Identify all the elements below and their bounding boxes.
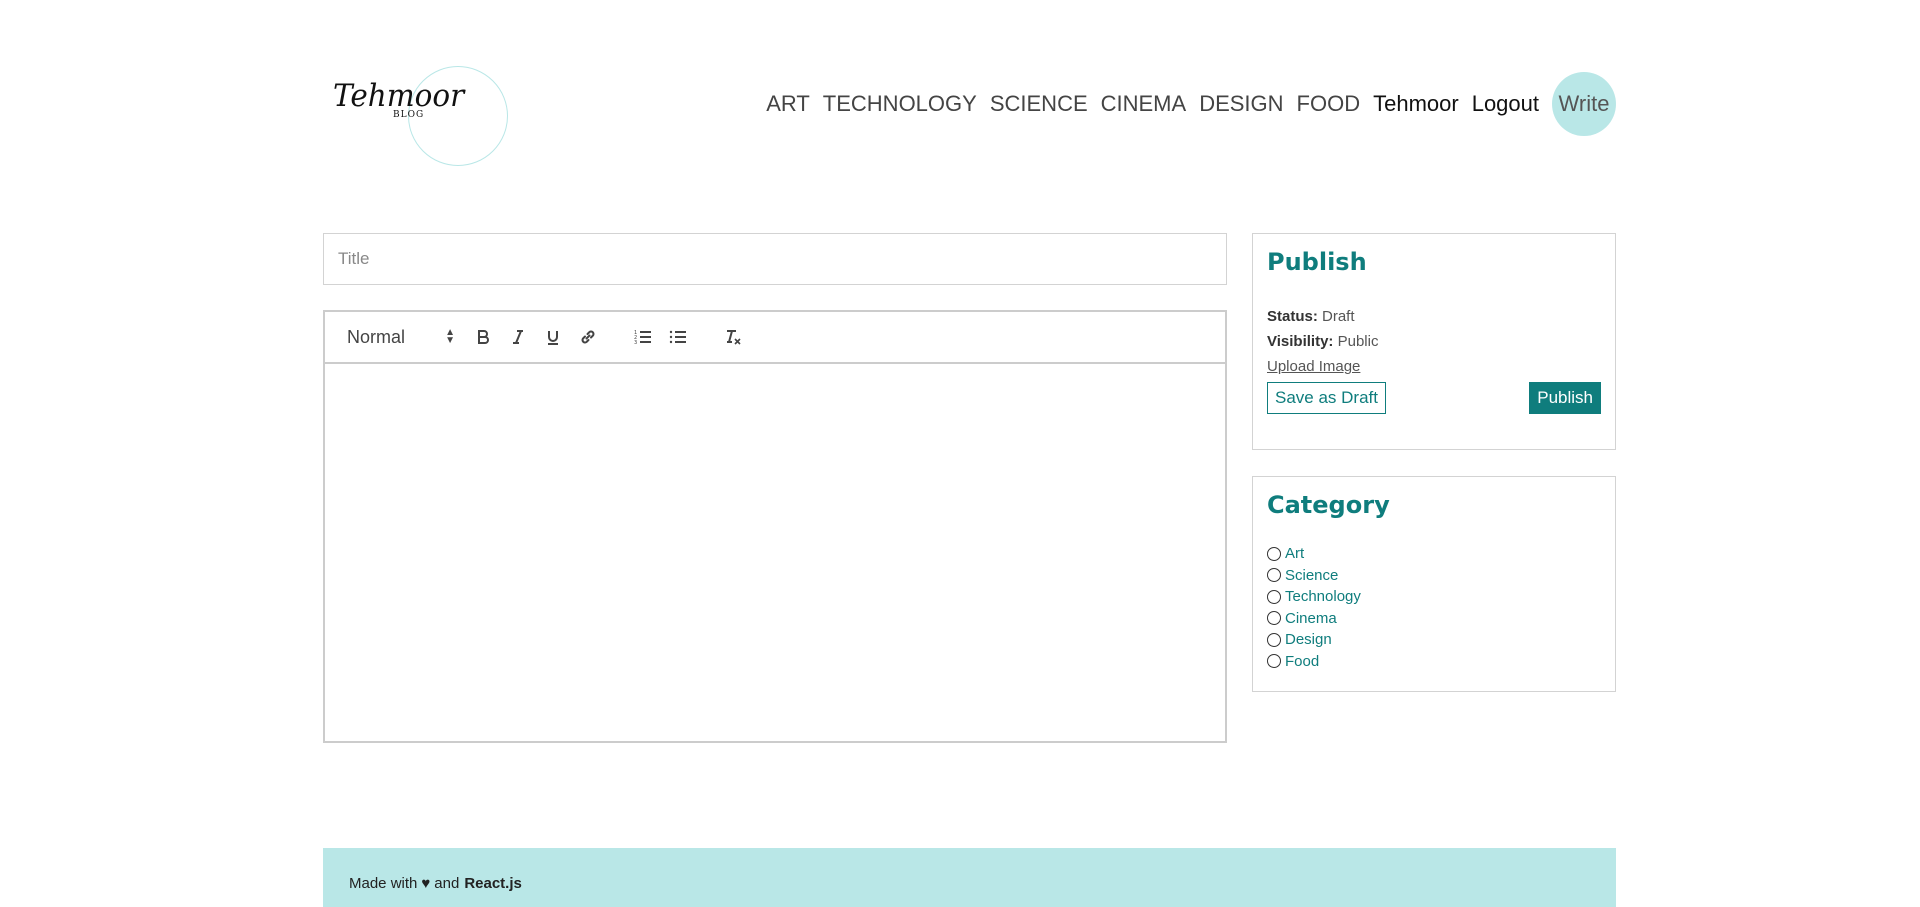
category-label[interactable]: Technology xyxy=(1285,588,1361,605)
category-option-food[interactable]: Food xyxy=(1267,651,1601,673)
status-label: Status: xyxy=(1267,308,1318,325)
footer-tech: React.js xyxy=(464,874,522,892)
publish-panel: Publish Status: Draft Visibility: Public… xyxy=(1252,233,1616,450)
category-option-cinema[interactable]: Cinema xyxy=(1267,608,1601,630)
nav-link-technology[interactable]: TECHNOLOGY xyxy=(823,91,977,117)
radio-science[interactable] xyxy=(1267,568,1281,583)
save-draft-button[interactable]: Save as Draft xyxy=(1267,382,1386,414)
footer-prefix: Made with xyxy=(349,874,418,892)
category-label[interactable]: Food xyxy=(1285,653,1319,670)
editor-toolbar: Normal ▲ ▼ 123 xyxy=(325,312,1225,364)
category-option-science[interactable]: Science xyxy=(1267,565,1601,587)
logo-script: Tehmoor xyxy=(333,78,465,114)
underline-icon[interactable] xyxy=(535,323,570,351)
nav-link-art[interactable]: ART xyxy=(766,91,810,117)
bold-icon[interactable] xyxy=(465,323,500,351)
category-heading: Category xyxy=(1267,491,1390,519)
write-label: Write xyxy=(1558,91,1610,116)
category-option-design[interactable]: Design xyxy=(1267,629,1601,651)
radio-cinema[interactable] xyxy=(1267,611,1281,626)
publish-button[interactable]: Publish xyxy=(1529,382,1601,414)
radio-food[interactable] xyxy=(1267,654,1281,669)
footer-and: and xyxy=(434,874,460,892)
logout-link[interactable]: Logout xyxy=(1472,91,1539,117)
navbar: Tehmoor BLOG ART TECHNOLOGY SCIENCE CINE… xyxy=(323,0,1616,170)
ordered-list-icon[interactable]: 123 xyxy=(625,323,660,351)
category-label[interactable]: Science xyxy=(1285,567,1338,584)
editor-content-area[interactable] xyxy=(325,364,1225,741)
title-input[interactable] xyxy=(323,233,1227,285)
category-option-technology[interactable]: Technology xyxy=(1267,586,1601,608)
heart-icon: ♥ xyxy=(421,874,431,892)
upload-image-link[interactable]: Upload Image xyxy=(1267,358,1360,375)
radio-design[interactable] xyxy=(1267,632,1281,647)
select-arrows-icon: ▲ ▼ xyxy=(445,327,455,346)
username: Tehmoor xyxy=(1373,91,1459,116)
visibility-row: Visibility: Public xyxy=(1267,333,1601,350)
link-icon[interactable] xyxy=(570,323,605,351)
logo-subtitle: BLOG xyxy=(393,110,425,120)
write-button[interactable]: Write xyxy=(1552,72,1616,136)
category-label[interactable]: Cinema xyxy=(1285,610,1337,627)
bullet-list-icon[interactable] xyxy=(660,323,695,351)
status-value: Draft xyxy=(1322,308,1355,325)
visibility-value: Public xyxy=(1337,333,1379,350)
rich-text-editor: Normal ▲ ▼ 123 xyxy=(323,310,1227,743)
visibility-label: Visibility: xyxy=(1267,333,1334,350)
category-list: Art Science Technology Cinema Design Foo… xyxy=(1267,543,1601,672)
format-select[interactable]: Normal ▲ ▼ xyxy=(347,327,455,348)
category-label[interactable]: Art xyxy=(1285,545,1304,562)
category-label[interactable]: Design xyxy=(1285,631,1332,648)
logo[interactable]: Tehmoor BLOG xyxy=(333,66,508,170)
italic-icon[interactable] xyxy=(500,323,535,351)
nav-link-cinema[interactable]: CINEMA xyxy=(1101,91,1187,117)
category-panel: Category Art Science Technology Cinema D… xyxy=(1252,476,1616,692)
svg-text:3: 3 xyxy=(634,340,637,345)
status-row: Status: Draft xyxy=(1267,308,1601,325)
radio-art[interactable] xyxy=(1267,546,1281,561)
nav-link-food[interactable]: FOOD xyxy=(1297,91,1361,117)
radio-technology[interactable] xyxy=(1267,589,1281,604)
category-option-art[interactable]: Art xyxy=(1267,543,1601,565)
nav-link-science[interactable]: SCIENCE xyxy=(990,91,1088,117)
clear-format-icon[interactable] xyxy=(715,323,750,351)
publish-heading: Publish xyxy=(1267,248,1367,276)
publish-actions: Save as Draft Publish xyxy=(1267,382,1601,414)
footer: Made with ♥ and React.js xyxy=(323,848,1616,907)
nav-link-design[interactable]: DESIGN xyxy=(1199,91,1283,117)
format-select-value: Normal xyxy=(347,326,406,347)
nav-links: ART TECHNOLOGY SCIENCE CINEMA DESIGN FOO… xyxy=(753,72,1616,136)
